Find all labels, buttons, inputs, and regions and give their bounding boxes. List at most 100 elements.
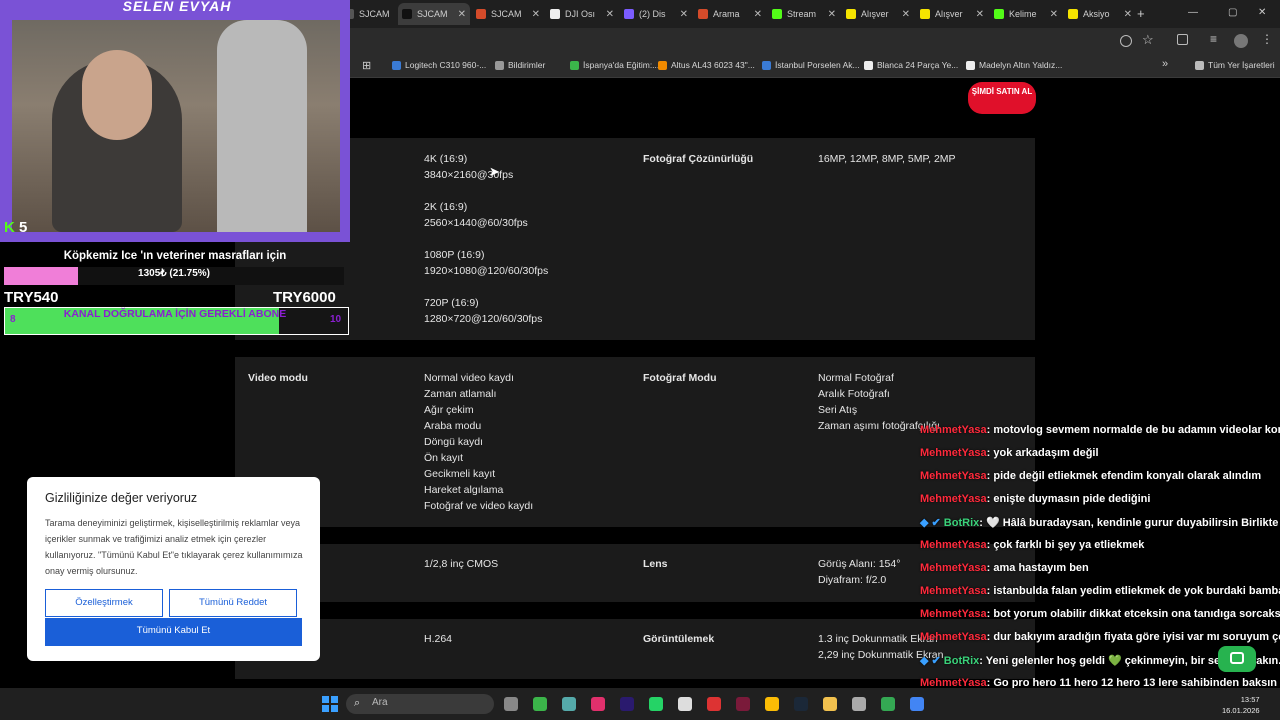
extensions-icon[interactable] [1177,34,1188,45]
bookmark-item[interactable]: Blanca 24 Parça Ye... [864,60,958,70]
webcam-feed [12,20,340,232]
photo-mode-label: Fotoğraf Modu [643,372,717,384]
bookmark-label: Tüm Yer İşaretleri [1208,60,1275,70]
windows-start-icon[interactable] [322,696,338,712]
chrome-profile-2-icon[interactable] [910,697,924,711]
premiere-icon[interactable] [620,697,634,711]
address-bar: ☆ ≡ ⋮ [350,28,1280,54]
sub-goal-current: 8 [10,314,16,325]
chat-toggle-button[interactable] [1218,646,1256,672]
chrome-profile-icon[interactable] [881,697,895,711]
tab-label: Kelime [1009,9,1037,19]
bookmark-item[interactable]: İspanya'da Eğitim:... [570,60,659,70]
chrome-icon[interactable] [765,697,779,711]
bookmark-item[interactable]: Altus AL43 6023 43"... [658,60,755,70]
affinity-icon[interactable] [736,697,750,711]
browser-tab[interactable]: DJI Osı ✕ [546,3,618,25]
chat-username[interactable]: BotRix [944,655,979,667]
kick-badge: K 5 [4,219,44,239]
tab-close-icon[interactable]: ✕ [828,9,836,20]
spec-row-resolution [235,138,1035,340]
customize-button[interactable]: Özelleştirmek [45,589,163,617]
maximize-icon[interactable]: ▢ [1228,7,1237,18]
tab-close-icon[interactable]: ✕ [606,9,614,20]
minimize-icon[interactable]: — [1188,7,1198,18]
bookmarks-overflow-icon[interactable]: » [1162,58,1168,70]
browser-tab[interactable]: Kelime ✕ [990,3,1062,25]
browser-tab[interactable]: Alışver ✕ [842,3,914,25]
folder-icon[interactable] [823,697,837,711]
bookmark-item[interactable]: Bildirimler [495,60,545,70]
steam-icon[interactable] [794,697,808,711]
new-tab-icon[interactable]: + [1137,6,1145,21]
tab-label: Arama [713,9,740,19]
chat-username[interactable]: MehmetYasa [920,539,987,551]
system-clock[interactable]: 13:57 16.01.2026 [1222,694,1260,716]
gaming-chair [217,20,307,232]
browser-tab[interactable]: Stream ✕ [768,3,840,25]
clock-date: 16.01.2026 [1222,706,1260,715]
chat-username[interactable]: MehmetYasa [920,608,987,620]
bookmark-item[interactable]: Logitech C310 960-... [392,60,486,70]
chat-username[interactable]: BotRix [944,517,979,529]
chat-text: : yok arkadaşım değil [986,447,1099,459]
bookmark-item[interactable]: Tüm Yer İşaretleri [1195,60,1275,70]
chat-username[interactable]: MehmetYasa [920,493,987,505]
profile-avatar[interactable] [1234,34,1248,48]
bookmark-favicon-icon [392,60,401,70]
chat-username[interactable]: MehmetYasa [920,631,987,643]
tab-close-icon[interactable]: ✕ [532,9,540,20]
obs-icon[interactable] [678,697,692,711]
browser-tab[interactable]: (2) Dis ✕ [620,3,692,25]
chat-message: ◆ ✔ BotRix: 🤍 Hâlâ buradaysan, kendinle … [920,516,1280,536]
tab-close-icon[interactable]: ✕ [1124,9,1132,20]
buy-now-button[interactable]: ŞİMDİ SATIN AL [968,82,1036,114]
browser-tab[interactable]: Alışver ✕ [916,3,988,25]
tab-label: SJCAM [359,9,390,19]
tab-close-icon[interactable]: ✕ [680,9,688,20]
chat-username[interactable]: MehmetYasa [920,447,987,459]
tab-close-icon[interactable]: ✕ [976,9,984,20]
bot-badge-icon: ◆ ✔ [920,655,944,667]
tab-label: SJCAM [491,9,522,19]
chat-text: : çok farklı bi şey ya etliekmek [986,539,1145,551]
file-explorer-icon[interactable] [504,697,518,711]
taskbar-search[interactable]: ⌕ Ara [346,694,494,714]
chat-username[interactable]: MehmetYasa [920,562,987,574]
xbox-icon[interactable] [533,697,547,711]
tab-label: SJCAM [417,9,448,19]
calculator-icon[interactable] [562,697,576,711]
close-window-icon[interactable]: ✕ [1258,7,1266,18]
tab-close-icon[interactable]: ✕ [1050,9,1058,20]
menu-list-icon[interactable]: ≡ [1210,32,1217,46]
star-icon[interactable]: ☆ [1142,32,1154,48]
more-menu-icon[interactable]: ⋮ [1261,32,1273,46]
record-icon[interactable] [707,697,721,711]
browser-tab[interactable]: Aksiyo ✕ [1064,3,1136,25]
eye-off-icon[interactable] [1120,35,1132,47]
chat-message: MehmetYasa: ama hastayım ben [920,562,1089,582]
apps-grid-icon[interactable]: ⊞ [362,59,371,72]
tab-close-icon[interactable]: ✕ [902,9,910,20]
reject-all-button[interactable]: Tümünü Reddet [169,589,297,617]
bookmark-item[interactable]: İstanbul Porselen Ak... [762,60,860,70]
tab-favicon-icon [846,9,856,19]
browser-tab[interactable]: SJCAM ✕ [472,3,544,25]
tab-label: Alışver [861,9,889,19]
tab-close-icon[interactable]: ✕ [458,9,466,20]
tab-favicon-icon [402,9,412,19]
bookmark-item[interactable]: Madelyn Altın Yaldız... [966,60,1062,70]
donation-goal-min: TRY540 [4,289,59,306]
settings-icon[interactable] [852,697,866,711]
instagram-icon[interactable] [591,697,605,711]
whatsapp-icon[interactable] [649,697,663,711]
browser-tab[interactable]: SJCAM ✕ [398,3,470,25]
accept-all-button[interactable]: Tümünü Kabul Et [45,618,302,646]
chat-username[interactable]: MehmetYasa [920,470,987,482]
chat-username[interactable]: MehmetYasa [920,424,987,436]
tab-close-icon[interactable]: ✕ [754,9,762,20]
chat-username[interactable]: MehmetYasa [920,585,987,597]
tab-favicon-icon [994,9,1004,19]
browser-tab[interactable]: Arama ✕ [694,3,766,25]
bookmark-favicon-icon [495,60,504,70]
